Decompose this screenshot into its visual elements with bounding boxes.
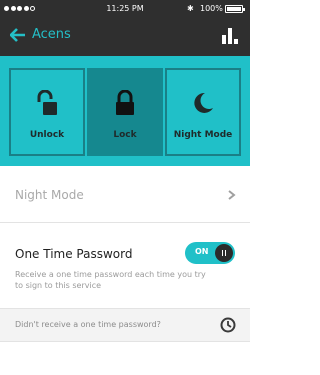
status-bar: 11:25 PM ✱ 100% [0,0,250,18]
otp-help-label: Didn't receive a one time password? [15,320,161,329]
night-mode-row[interactable]: Night Mode [0,166,250,223]
bar-chart-icon[interactable] [222,28,238,44]
otp-row: One Time Password ON Receive a one time … [0,223,250,308]
back-arrow-icon [10,27,25,42]
toggle-knob [215,244,233,262]
page-title: Acens [32,27,71,42]
battery-icon [225,5,245,13]
mode-selector: Unlock Lock Night Mode [0,56,250,166]
lock-label: Lock [113,130,137,140]
chevron-right-icon [228,190,236,200]
otp-help-row[interactable]: Didn't receive a one time password? [0,308,250,342]
nav-bar: Acens [0,18,250,56]
unlock-label: Unlock [29,130,65,140]
unlock-mode-button[interactable]: Unlock [9,68,85,156]
night-mode-row-label: Night Mode [15,188,84,202]
clock-icon [220,317,236,333]
night-mode-button[interactable]: Night Mode [165,68,241,156]
bluetooth-icon: ✱ [187,4,194,13]
back-button[interactable]: Acens [10,27,71,42]
otp-label: One Time Password [15,247,133,261]
night-mode-label: Night Mode [173,130,233,140]
moon-icon [194,92,213,113]
lock-icon [116,90,134,115]
toggle-on-label: ON [195,247,209,256]
otp-description: Receive a one time password each time yo… [15,270,206,290]
unlock-icon [37,90,57,115]
otp-toggle[interactable]: ON [185,242,235,264]
battery-percent: 100% [200,4,223,13]
lock-mode-button[interactable]: Lock [87,68,163,156]
